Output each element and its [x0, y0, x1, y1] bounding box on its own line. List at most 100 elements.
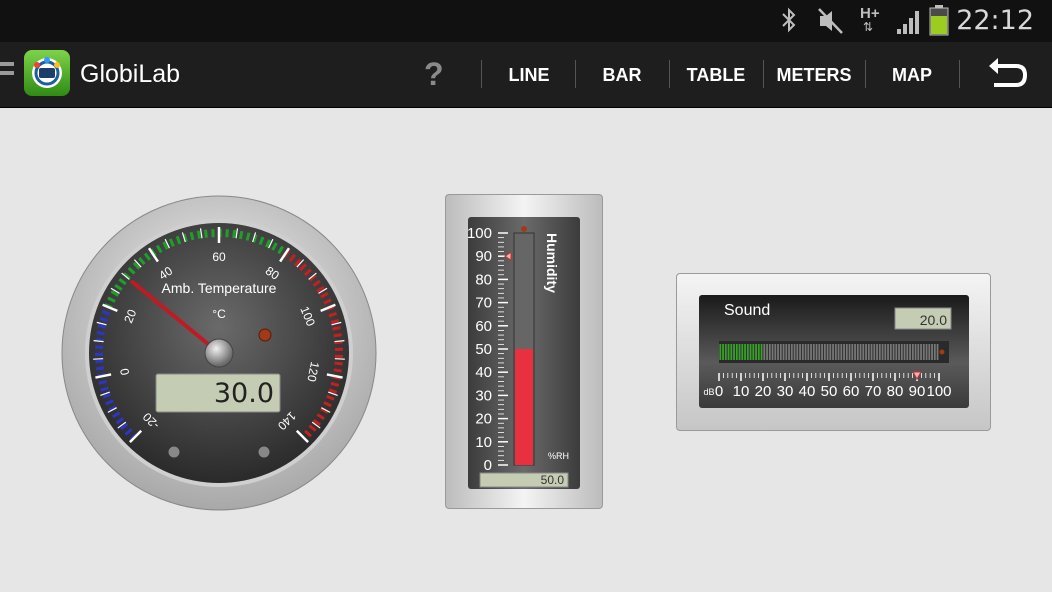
status-clock: 22:12: [956, 5, 1034, 36]
gauge-zone-segment: [334, 361, 343, 366]
tab-line[interactable]: LINE: [484, 61, 574, 89]
sound-bar-segment: [821, 344, 823, 360]
humidity-value: 50.0: [541, 473, 565, 487]
sound-bar-segment: [768, 344, 771, 360]
gauge-screw: [167, 445, 181, 459]
sound-bar-segment: [928, 344, 931, 360]
humidity-marker: [504, 251, 512, 262]
gauge-zone-segment: [225, 229, 229, 238]
signal-icon: [897, 11, 919, 34]
sound-face: Sound 20.0 0 10 20 30 40 50 60 70 80 90 100 dB: [699, 295, 969, 408]
gauge-zone-segment: [96, 331, 105, 336]
sound-bar-segment: [906, 344, 909, 360]
sound-bar-segment: [727, 344, 730, 360]
gauge-zone-segment: [332, 326, 341, 331]
sound-bar-segment: [796, 344, 799, 360]
sound-bar-segment: [837, 344, 840, 360]
gauge-zone-segment: [95, 366, 105, 371]
sound-bar-segment: [881, 344, 884, 360]
sound-tick-label: 0: [715, 383, 723, 400]
gauge-zone-segment: [97, 323, 107, 329]
gauge-zone-segment: [330, 318, 340, 324]
bluetooth-icon: [782, 7, 796, 33]
sound-tick-label: 40: [799, 383, 816, 400]
sound-bar-segment: [793, 344, 796, 360]
sound-bar-segment: [848, 344, 851, 360]
sound-bar-segment: [722, 344, 724, 360]
sound-bar-segment: [782, 344, 785, 360]
humidity-face: 100 90 80 70 60 50 40 30 20 10 0 %RH 50.0 Humidity: [468, 217, 580, 489]
sound-marker: [912, 371, 922, 381]
humidity-label: Humidity: [544, 233, 560, 293]
tab-meters[interactable]: METERS: [764, 61, 864, 89]
sound-bar-segment: [788, 344, 790, 360]
sound-unit: dB: [703, 387, 714, 397]
battery-icon: [929, 5, 949, 36]
sound-bar-segment: [840, 344, 843, 360]
gauge-zone-segment: [333, 333, 342, 338]
gauge-zone-segment: [333, 368, 342, 373]
sound-bar-segment: [763, 344, 766, 360]
sound-tick-label: 30: [777, 383, 794, 400]
sound-bar-segment: [746, 344, 749, 360]
humidity-led: [521, 226, 527, 232]
mute-icon: [818, 8, 843, 34]
globilab-logo-icon[interactable]: [24, 50, 70, 96]
humidity-unit: %RH: [548, 451, 569, 461]
sound-bar-segment: [862, 344, 865, 360]
sound-bar-segment: [755, 344, 757, 360]
sound-bar-segment: [815, 344, 818, 360]
menu-icon[interactable]: [0, 62, 14, 86]
sound-bar-segment: [744, 344, 746, 360]
sound-bar-segment: [925, 344, 928, 360]
sound-bar-segment: [818, 344, 821, 360]
sound-tick-label: 10: [733, 383, 750, 400]
sound-bar-segment: [804, 344, 807, 360]
sound-bar-segment: [851, 344, 854, 360]
network-hplus-icon: H+ ⇅: [858, 0, 886, 42]
sound-bar-segment: [738, 344, 741, 360]
sound-bar-segment: [873, 344, 876, 360]
sound-bar-segment: [843, 344, 845, 360]
humidity-tick-label: 30: [475, 387, 492, 404]
gauge-tick-label: 60: [212, 250, 226, 264]
sound-bar-segment: [733, 344, 735, 360]
sound-bar-segment: [785, 344, 788, 360]
temperature-label: Amb. Temperature: [162, 280, 277, 296]
sound-tick-label: 60: [843, 383, 860, 400]
sound-bar-segment: [920, 344, 922, 360]
gauge-zone-segment: [98, 379, 107, 385]
status-bar: H+ ⇅ 22:12: [0, 0, 1052, 42]
sound-bar-segment: [903, 344, 906, 360]
sound-tick-label: 100: [926, 383, 951, 400]
humidity-tick-label: 60: [475, 318, 492, 335]
sound-bar-segment: [936, 344, 939, 360]
sound-bar-segment: [909, 344, 911, 360]
sound-bar-segment: [898, 344, 900, 360]
sound-bar-segment: [931, 344, 933, 360]
sound-bar-segment: [856, 344, 859, 360]
back-icon[interactable]: [984, 54, 1030, 94]
sound-bar-segment: [922, 344, 925, 360]
tab-table[interactable]: TABLE: [670, 61, 762, 89]
temperature-gauge: -20 0 20 40 60 80 100 120 140 30.0 Amb. Temperat…: [60, 194, 378, 512]
tab-bar[interactable]: BAR: [576, 61, 668, 89]
sound-bar-segment: [741, 344, 744, 360]
sound-bar-segment: [799, 344, 801, 360]
sound-bar-segment: [914, 344, 917, 360]
gauge-zone-segment: [196, 230, 202, 239]
help-icon[interactable]: ?: [424, 54, 444, 94]
alarm-led: [258, 328, 272, 342]
humidity-tick-label: 100: [468, 225, 492, 242]
sound-bar-segment: [867, 344, 870, 360]
sound-tick-label: 20: [755, 383, 772, 400]
sound-bar-segment: [911, 344, 914, 360]
sound-led: [939, 349, 945, 355]
sound-meter: Sound 20.0 0 10 20 30 40 50 60 70 80 90 100 dB: [676, 273, 991, 431]
sound-bar-segment: [887, 344, 889, 360]
humidity-tick-label: 10: [475, 434, 492, 451]
gauge-screw: [257, 445, 271, 459]
gauge-zone-segment: [204, 229, 208, 238]
humidity-tick-label: 50: [475, 341, 492, 358]
tab-map[interactable]: MAP: [866, 61, 958, 89]
